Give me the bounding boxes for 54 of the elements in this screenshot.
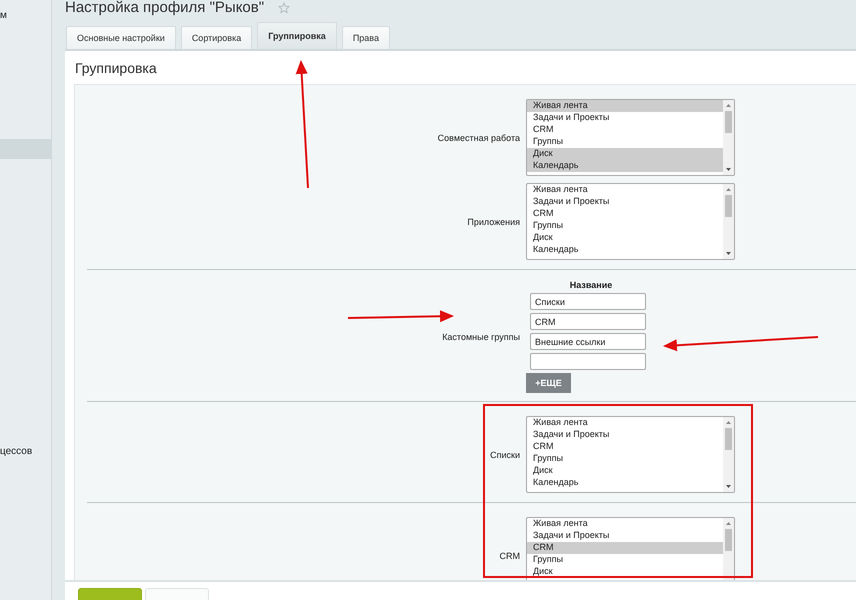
tab[interactable]: Права [342,26,390,49]
scrollbar[interactable] [723,100,734,175]
list-option[interactable]: Календарь [527,160,723,172]
star-icon[interactable] [278,2,290,14]
list-option[interactable]: Диск [527,232,723,244]
list-option[interactable]: Группы [527,136,723,148]
field-label: Приложения [466,216,521,226]
column-header: Название [568,280,614,290]
list-option[interactable]: Задачи и Проекты [527,112,723,124]
scrollbar[interactable] [723,184,734,259]
list-option[interactable]: Задачи и Проекты [527,530,723,542]
list-option[interactable]: Группы [527,554,723,566]
scrollbar[interactable] [723,417,734,492]
field-label: Совместная работа [436,132,521,142]
list-option[interactable]: Живая лента [527,184,723,196]
list-option[interactable]: Диск [527,148,723,160]
input-field[interactable]: CRM [530,313,646,330]
list-option[interactable]: Диск [527,566,723,578]
page-title: Настройка профиля "Рыков" [65,0,264,16]
input-field[interactable]: Списки [530,293,646,310]
list-option[interactable]: Диск [527,465,723,477]
sidebar-item[interactable]: цессов [0,442,51,462]
list-option[interactable]: Календарь [527,244,723,256]
list-option[interactable]: Группы [527,220,723,232]
cancel-button[interactable] [145,588,209,600]
list-box[interactable]: Живая лента Задачи и Проекты CRM Группы Диск Календарь [526,416,735,493]
scrollbar[interactable] [723,518,734,580]
field-label: Кастомные группы [441,332,521,342]
list-option[interactable]: CRM [527,124,723,136]
sidebar-item[interactable]: м [0,6,51,26]
add-button[interactable]: +ЕЩЕ [526,373,571,393]
save-button[interactable] [78,588,142,600]
tab[interactable]: Сортировка [180,26,252,49]
input-field[interactable] [530,353,646,370]
list-option[interactable]: CRM [527,542,723,554]
input-field[interactable]: Внешние ссылки [530,333,646,350]
field-label: Списки [489,450,521,460]
list-option[interactable]: Задачи и Проекты [527,429,723,441]
tab[interactable]: Группировка [257,22,337,49]
field-label: CRM [498,550,521,560]
list-option[interactable]: Живая лента [527,100,723,112]
list-option[interactable]: Группы [527,453,723,465]
list-option[interactable]: Живая лента [527,417,723,429]
list-option[interactable]: Календарь [527,477,723,489]
list-option[interactable]: CRM [527,208,723,220]
tab[interactable]: Основные настройки [66,26,176,49]
section-title: Группировка [74,59,158,78]
list-box[interactable]: Живая лента Задачи и Проекты CRM Группы Диск Календарь [526,99,735,176]
sidebar-item[interactable] [0,139,51,159]
list-option[interactable]: Живая лента [527,518,723,530]
list-option[interactable]: CRM [527,441,723,453]
list-box[interactable]: Живая лента Задачи и Проекты CRM Группы Диск Календарь [526,183,735,260]
list-box[interactable]: Живая лента Задачи и Проекты CRM Группы Диск [526,517,735,580]
list-option[interactable]: Задачи и Проекты [527,196,723,208]
